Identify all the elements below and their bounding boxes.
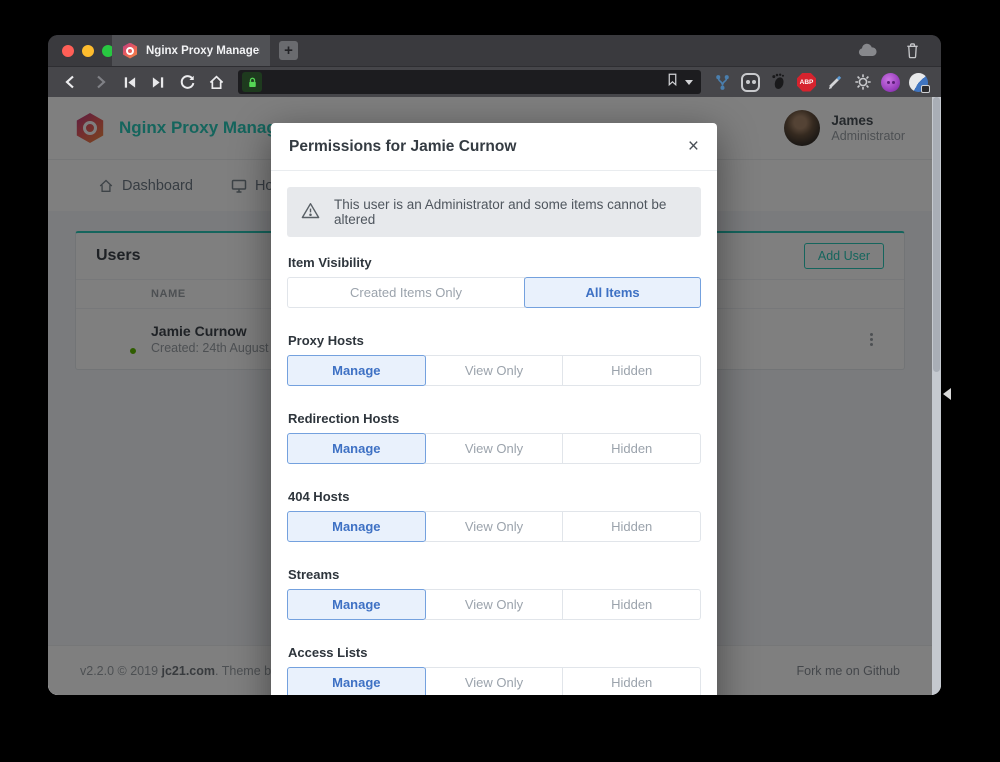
option-view-only[interactable]: View Only [425,589,564,620]
permissions-modal: Permissions for Jamie Curnow × This user… [271,123,717,695]
window-minimize-button[interactable] [82,45,94,57]
option-manage[interactable]: Manage [287,511,426,542]
section-label: Access Lists [288,645,701,660]
warning-icon [301,202,320,222]
option-view-only[interactable]: View Only [425,667,564,695]
access-lists-options-group: Manage View Only Hidden [287,667,701,695]
skip-end-icon[interactable] [145,70,171,94]
section-label: 404 Hosts [288,489,701,504]
section-label: Proxy Hosts [288,333,701,348]
privacy-extension-icon[interactable] [906,70,931,94]
npm-page: Nginx Proxy Manager James Administrator … [48,97,932,695]
browser-toolbar: ABP [48,66,941,97]
skip-start-icon[interactable] [116,70,142,94]
back-button[interactable] [58,70,84,94]
adblock-extension-icon[interactable]: ABP [794,70,819,94]
option-hidden[interactable]: Hidden [562,667,701,695]
visibility-options-group: Created Items Only All Items [287,277,701,308]
container-extension-icon[interactable] [738,70,763,94]
reload-button[interactable] [174,70,200,94]
streams-section: Streams Manage View Only Hidden [287,567,701,620]
option-hidden[interactable]: Hidden [562,433,701,464]
browser-window: Nginx Proxy Manager + [48,35,941,695]
scrollbar-thumb[interactable] [933,97,940,372]
option-manage[interactable]: Manage [287,433,426,464]
redirection-hosts-section: Redirection Hosts Manage View Only Hidde… [287,411,701,464]
edge-arrow-icon [943,388,951,400]
visibility-label: Item Visibility [288,255,701,270]
favicon-npm-icon [122,43,138,59]
option-created-items-only[interactable]: Created Items Only [287,277,525,308]
section-label: Streams [288,567,701,582]
window-close-button[interactable] [62,45,74,57]
pen-extension-icon[interactable] [822,70,847,94]
bookmark-dropdown-caret-icon[interactable] [685,80,693,85]
cloud-sync-icon[interactable] [855,39,881,63]
redirection-hosts-options-group: Manage View Only Hidden [287,433,701,464]
option-hidden[interactable]: Hidden [562,589,701,620]
option-view-only[interactable]: View Only [425,433,564,464]
browser-viewport: Nginx Proxy Manager James Administrator … [48,97,941,695]
option-hidden[interactable]: Hidden [562,355,701,386]
traffic-lights [62,45,114,57]
option-manage[interactable]: Manage [287,589,426,620]
admin-alert: This user is an Administrator and some i… [287,187,701,237]
browser-tabstrip: Nginx Proxy Manager + [48,35,941,66]
visibility-section: Item Visibility Created Items Only All I… [287,255,701,308]
home-button[interactable] [203,70,229,94]
option-manage[interactable]: Manage [287,667,426,695]
proxy-hosts-section: Proxy Hosts Manage View Only Hidden [287,333,701,386]
bookmark-icon[interactable] [666,72,679,92]
trash-icon[interactable] [899,39,925,63]
desktop: Nginx Proxy Manager + [0,0,1000,762]
tab-title: Nginx Proxy Manager [146,45,260,57]
404-hosts-section: 404 Hosts Manage View Only Hidden [287,489,701,542]
option-hidden[interactable]: Hidden [562,511,701,542]
streams-options-group: Manage View Only Hidden [287,589,701,620]
purple-monkey-extension-icon[interactable] [878,70,903,94]
404-hosts-options-group: Manage View Only Hidden [287,511,701,542]
close-icon[interactable]: × [688,137,699,156]
proxy-hosts-options-group: Manage View Only Hidden [287,355,701,386]
option-all-items[interactable]: All Items [524,277,701,308]
browser-tab[interactable]: Nginx Proxy Manager [112,35,270,66]
access-lists-section: Access Lists Manage View Only Hidden [287,645,701,695]
option-view-only[interactable]: View Only [425,511,564,542]
gear-extension-icon[interactable] [850,70,875,94]
new-tab-button[interactable]: + [279,41,298,60]
alert-text: This user is an Administrator and some i… [334,197,687,227]
url-bar[interactable] [238,70,701,94]
gnome-foot-extension-icon[interactable] [766,70,791,94]
modal-title: Permissions for Jamie Curnow [289,138,516,156]
section-label: Redirection Hosts [288,411,701,426]
option-manage[interactable]: Manage [287,355,426,386]
lock-icon[interactable] [242,72,262,92]
forward-button[interactable] [87,70,113,94]
fork-extension-icon[interactable] [710,70,735,94]
option-view-only[interactable]: View Only [425,355,564,386]
page-scrollbar[interactable] [932,97,941,695]
